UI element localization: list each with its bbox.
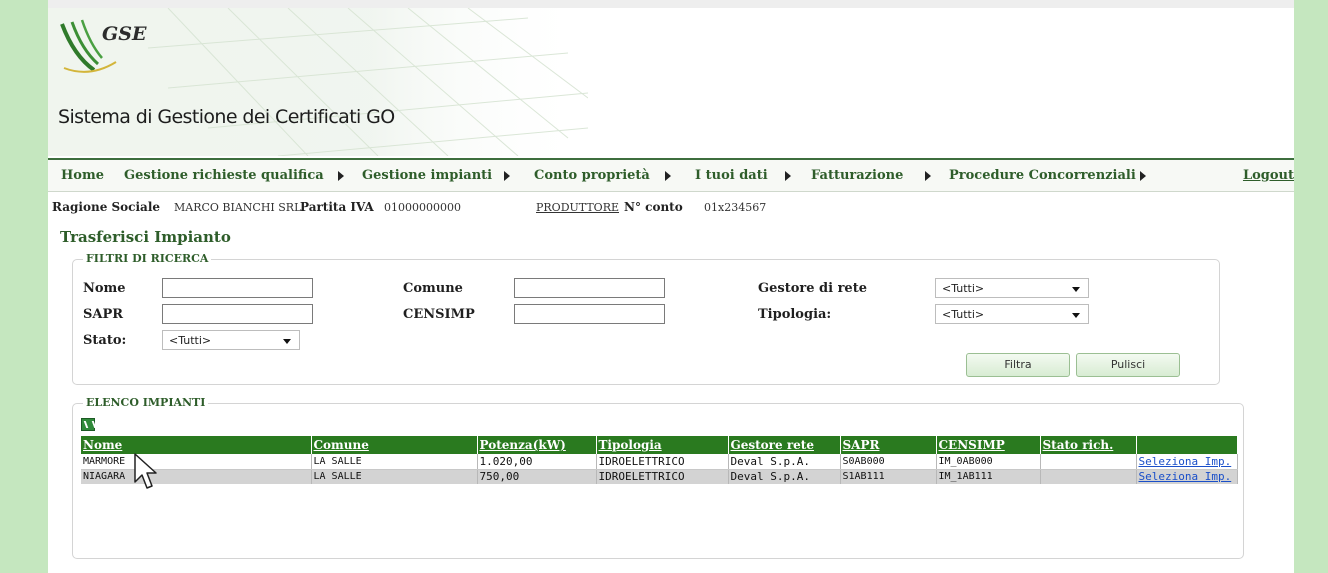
nav-procedure-concorrenziali[interactable]: Procedure Concorrenziali	[949, 168, 1136, 183]
partita-iva-value: 01000000000	[384, 201, 461, 214]
stato-label: Stato:	[83, 333, 127, 348]
filter-legend: FILTRI DI RICERCA	[83, 252, 212, 265]
table-row: NIAGARA LA SALLE 750,00 IDROELETTRICO De…	[81, 469, 1238, 484]
nome-input[interactable]	[162, 278, 313, 298]
tipologia-label: Tipologia:	[758, 307, 832, 322]
frame-right	[1294, 0, 1328, 573]
nav-home[interactable]: Home	[61, 168, 104, 183]
col-header-stato-rich[interactable]: Stato rich.	[1040, 436, 1137, 454]
submenu-arrow-icon	[338, 171, 344, 181]
seleziona-imp-link[interactable]: Seleziona Imp.	[1136, 469, 1238, 484]
nav-conto-proprieta[interactable]: Conto proprietà	[534, 168, 650, 183]
cell-comune: LA SALLE	[311, 469, 478, 484]
page-title: Trasferisci Impianto	[60, 228, 231, 246]
table-row: MARMORE LA SALLE 1.020,00 IDROELETTRICO …	[81, 454, 1238, 470]
comune-label: Comune	[403, 281, 463, 296]
main-nav: Home Gestione richieste qualifica Gestio…	[48, 158, 1294, 192]
ragione-sociale-value: MARCO BIANCHI SRL	[174, 201, 302, 214]
col-header-action	[1136, 436, 1238, 454]
submenu-arrow-icon	[1140, 171, 1146, 181]
col-header-tipologia[interactable]: Tipologia	[596, 436, 729, 454]
svg-text:GSE: GSE	[102, 23, 147, 45]
gse-logo: GSE	[60, 18, 150, 76]
cell-censimp: IM_1AB111	[936, 469, 1041, 484]
impianti-list-panel: ELENCO IMPIANTI Nome Comune Potenza(kW) …	[72, 396, 1244, 559]
stato-select[interactable]: <Tutti>	[162, 330, 300, 350]
col-header-potenza[interactable]: Potenza(kW)	[477, 436, 597, 454]
cell-nome: MARMORE	[81, 454, 312, 470]
tipologia-select[interactable]: <Tutti>	[935, 304, 1089, 324]
page: GSE Sistema di Gestione dei Certificati …	[48, 8, 1294, 573]
gestore-rete-label: Gestore di rete	[758, 281, 867, 296]
cell-censimp: IM_0AB000	[936, 454, 1041, 470]
impianti-table: Nome Comune Potenza(kW) Tipologia Gestor…	[81, 436, 1238, 484]
cell-potenza: 1.020,00	[477, 454, 597, 470]
cell-nome: NIAGARA	[81, 469, 312, 484]
pulisci-button[interactable]: Pulisci	[1076, 353, 1180, 377]
nav-i-tuoi-dati[interactable]: I tuoi dati	[695, 168, 768, 183]
comune-input[interactable]	[514, 278, 665, 298]
table-header-row: Nome Comune Potenza(kW) Tipologia Gestor…	[81, 436, 1238, 454]
cell-comune: LA SALLE	[311, 454, 478, 470]
cell-gestore: Deval S.p.A.	[728, 469, 841, 484]
cell-sapr: S1AB111	[840, 469, 937, 484]
cell-gestore: Deval S.p.A.	[728, 454, 841, 470]
col-header-nome[interactable]: Nome	[81, 436, 312, 454]
cell-stato	[1040, 469, 1137, 484]
conto-label: N° conto	[624, 200, 683, 214]
header: GSE Sistema di Gestione dei Certificati …	[48, 8, 1294, 156]
excel-export-icon[interactable]	[81, 418, 95, 431]
cell-tipologia: IDROELETTRICO	[596, 454, 729, 470]
sapr-input[interactable]	[162, 304, 313, 324]
nav-gestione-impianti[interactable]: Gestione impianti	[362, 168, 492, 183]
cell-tipologia: IDROELETTRICO	[596, 469, 729, 484]
gestore-rete-select[interactable]: <Tutti>	[935, 278, 1089, 298]
app-title: Sistema di Gestione dei Certificati GO	[58, 106, 395, 128]
col-header-comune[interactable]: Comune	[311, 436, 478, 454]
col-header-censimp[interactable]: CENSIMP	[936, 436, 1041, 454]
cell-sapr: S0AB000	[840, 454, 937, 470]
logout-link[interactable]: Logout	[1243, 168, 1294, 183]
sapr-label: SAPR	[83, 307, 124, 322]
col-header-gestore-rete[interactable]: Gestore rete	[728, 436, 841, 454]
censimp-label: CENSIMP	[403, 307, 475, 322]
stato-selected: <Tutti>	[169, 334, 212, 347]
ragione-sociale-label: Ragione Sociale	[52, 200, 161, 214]
submenu-arrow-icon	[785, 171, 791, 181]
submenu-arrow-icon	[504, 171, 510, 181]
seleziona-imp-link[interactable]: Seleziona Imp.	[1136, 454, 1238, 470]
gestore-rete-selected: <Tutti>	[942, 282, 985, 295]
col-header-sapr[interactable]: SAPR	[840, 436, 937, 454]
frame-left	[0, 0, 48, 573]
chevron-down-icon	[283, 339, 291, 344]
submenu-arrow-icon	[925, 171, 931, 181]
filter-panel: FILTRI DI RICERCA Nome Comune Gestore di…	[72, 252, 1220, 385]
nav-gestione-richieste-qualifica[interactable]: Gestione richieste qualifica	[124, 168, 324, 183]
produttore-link[interactable]: PRODUTTORE	[536, 201, 619, 214]
window-top-bar	[0, 0, 1328, 8]
chevron-down-icon	[1072, 287, 1080, 292]
nome-label: Nome	[83, 281, 126, 296]
tipologia-selected: <Tutti>	[942, 308, 985, 321]
chevron-down-icon	[1072, 313, 1080, 318]
filtra-button[interactable]: Filtra	[966, 353, 1070, 377]
conto-value: 01x234567	[704, 201, 767, 214]
submenu-arrow-icon	[665, 171, 671, 181]
censimp-input[interactable]	[514, 304, 665, 324]
mouse-cursor-icon	[134, 453, 157, 489]
cell-potenza: 750,00	[477, 469, 597, 484]
cell-stato	[1040, 454, 1137, 470]
list-legend: ELENCO IMPIANTI	[83, 396, 209, 409]
nav-fatturazione[interactable]: Fatturazione	[811, 168, 903, 183]
partita-iva-label: Partita IVA	[300, 200, 374, 214]
